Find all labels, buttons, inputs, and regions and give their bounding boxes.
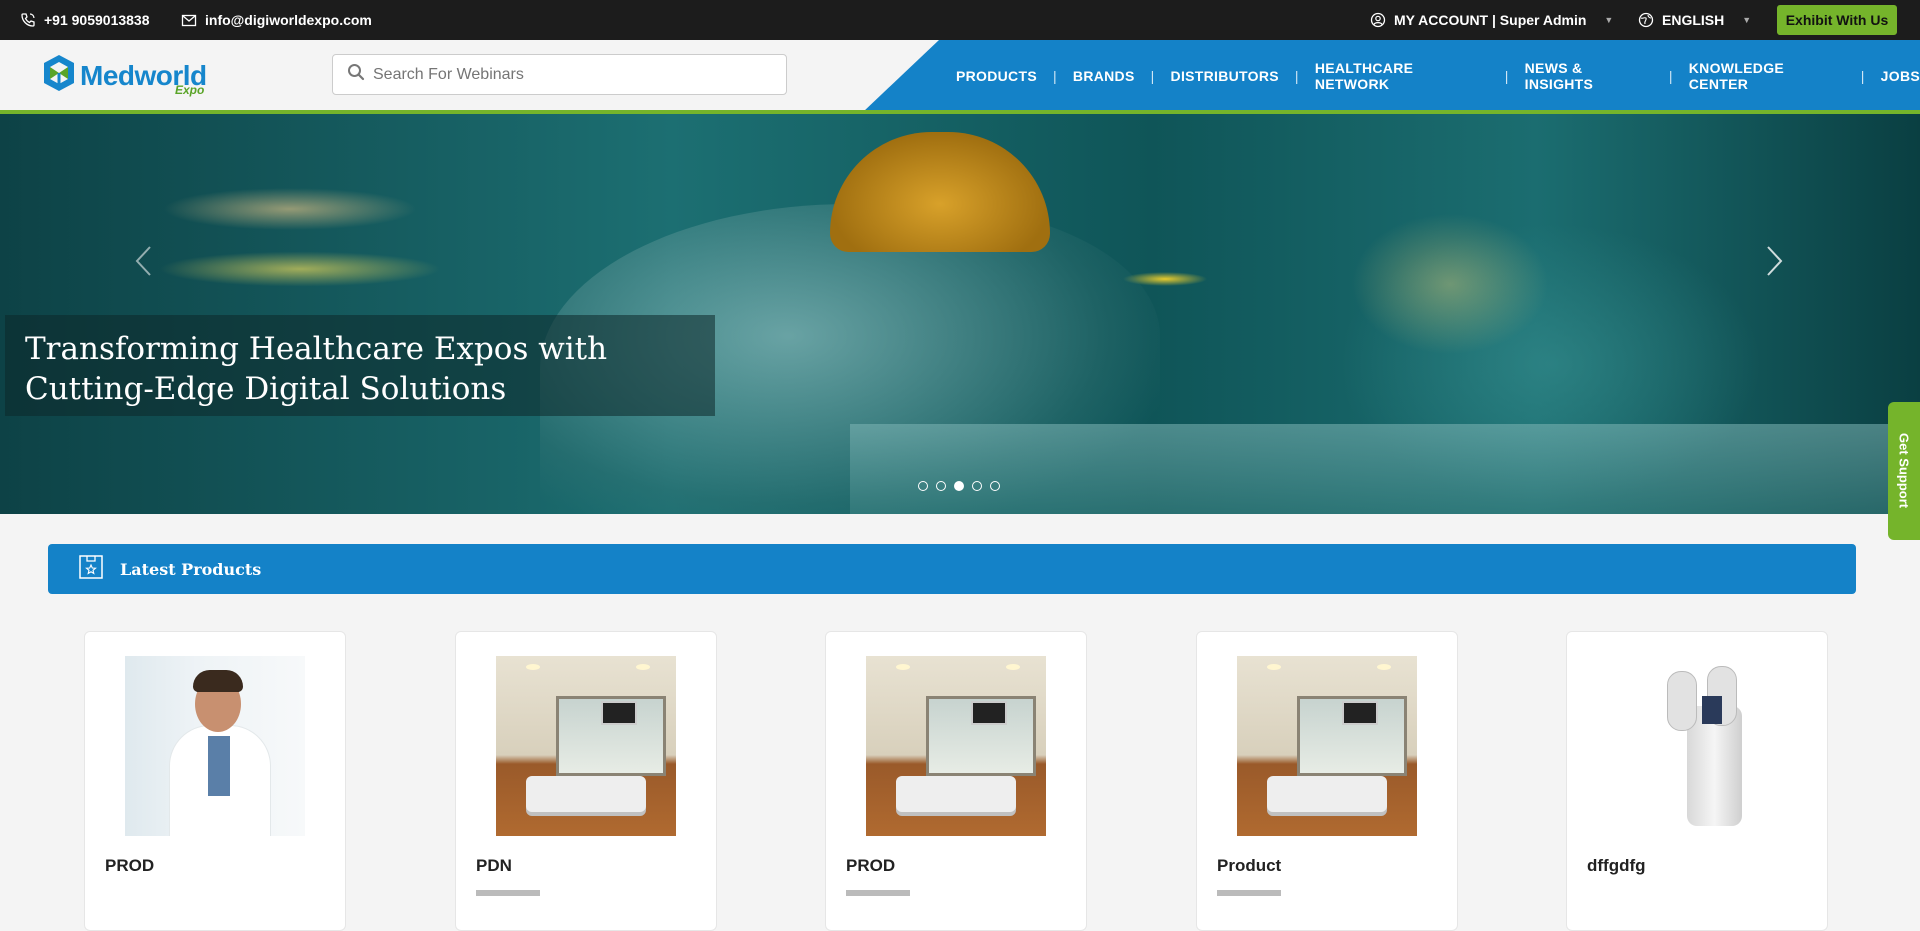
hero-title: Transforming Healthcare Expos with Cutti… [25,329,695,409]
language-dropdown[interactable]: ENGLISH ▼ [1638,0,1751,40]
carousel-indicators [918,481,1000,491]
exhibit-with-us-button[interactable]: Exhibit With Us [1777,5,1897,35]
hero-title-line1: Transforming Healthcare Expos with [25,331,608,367]
nav-item-healthcare-network[interactable]: HEALTHCARE NETWORK [1315,60,1489,92]
product-image[interactable] [1607,656,1787,836]
site-logo[interactable]: Medworld Expo [42,54,207,97]
nav-item-products[interactable]: PRODUCTS [956,68,1037,84]
nav-item-jobs[interactable]: JOBS [1881,68,1920,84]
email-contact[interactable]: info@digiworldexpo.com [181,0,372,40]
device-screen [1702,696,1722,724]
product-card[interactable]: Product [1196,631,1458,931]
product-card[interactable]: PROD [825,631,1087,931]
carousel-dot[interactable] [972,481,982,491]
user-icon [1370,12,1386,28]
ceiling-light [896,664,910,670]
hero-title-line2: Cutting-Edge Digital Solutions [25,371,507,407]
search-icon [347,63,365,86]
nav-item-distributors[interactable]: DISTRIBUTORS [1171,68,1279,84]
latest-products-header: Latest Products [48,544,1856,594]
logo-icon [42,54,76,97]
phone-contact[interactable]: +91 9059013838 [20,0,150,40]
phone-number: +91 9059013838 [44,12,150,28]
product-image[interactable] [866,656,1046,836]
product-name[interactable]: Product [1217,856,1281,876]
product-box-icon [78,554,104,585]
nav-separator: | [1052,68,1057,84]
product-meta-placeholder [846,890,910,896]
product-name[interactable]: PROD [846,856,895,876]
language-label: ENGLISH [1662,12,1725,28]
hero-carousel: Transforming Healthcare Expos with Cutti… [0,114,1920,514]
ceiling-light [1006,664,1020,670]
ceiling-light [526,664,540,670]
product-name[interactable]: PDN [476,856,512,876]
phone-icon [20,12,36,28]
carousel-dot-active[interactable] [954,481,964,491]
product-image[interactable] [125,656,305,836]
doctor-hair [193,670,243,692]
carousel-next-arrow[interactable] [1766,242,1784,287]
product-card[interactable]: PROD [84,631,346,931]
carousel-dot[interactable] [936,481,946,491]
room-monitor [601,701,637,725]
logo-subtitle: Expo [175,83,205,97]
account-label: MY ACCOUNT | Super Admin [1394,12,1587,28]
nav-separator: | [1504,68,1509,84]
hospital-bed [896,776,1016,812]
get-support-label: Get Support [1896,433,1912,509]
product-card[interactable]: dffgdfg [1566,631,1828,931]
carousel-dot[interactable] [990,481,1000,491]
product-meta-placeholder [1217,890,1281,896]
top-bar: +91 9059013838 info@digiworldexpo.com MY… [0,0,1920,40]
chevron-down-icon: ▼ [1604,15,1614,25]
main-header: Medworld Expo PRODUCTS | BRANDS | DISTRI… [0,40,1920,112]
account-dropdown[interactable]: MY ACCOUNT | Super Admin ▼ [1370,0,1613,40]
get-support-tab[interactable]: Get Support [1888,402,1920,540]
search-box[interactable] [332,54,787,95]
product-meta-placeholder [476,890,540,896]
nav-separator: | [1150,68,1155,84]
nav-separator: | [1294,68,1299,84]
doctor-shirt [208,736,230,796]
nav-separator: | [1668,68,1673,84]
carousel-dot[interactable] [918,481,928,491]
device-applicator [1667,671,1697,731]
room-monitor [1342,701,1378,725]
ceiling-light [1267,664,1281,670]
product-card[interactable]: PDN [455,631,717,931]
product-image[interactable] [496,656,676,836]
hospital-bed [526,776,646,812]
section-title: Latest Products [120,559,262,579]
email-address: info@digiworldexpo.com [205,12,372,28]
chevron-down-icon: ▼ [1742,15,1752,25]
nav-item-news-insights[interactable]: NEWS & INSIGHTS [1525,60,1653,92]
hero-image-desk [850,424,1920,514]
main-nav: PRODUCTS | BRANDS | DISTRIBUTORS | HEALT… [956,40,1920,112]
hero-caption: Transforming Healthcare Expos with Cutti… [5,315,715,416]
search-input[interactable] [373,65,773,84]
room-monitor [971,701,1007,725]
nav-item-knowledge-center[interactable]: KNOWLEDGE CENTER [1689,60,1845,92]
globe-icon [1638,12,1654,28]
mail-icon [181,12,197,28]
hero-image-helmet [830,132,1050,252]
ceiling-light [636,664,650,670]
nav-item-brands[interactable]: BRANDS [1073,68,1135,84]
product-name[interactable]: PROD [105,856,154,876]
product-image[interactable] [1237,656,1417,836]
hospital-bed [1267,776,1387,812]
carousel-prev-arrow[interactable] [134,242,152,287]
product-name[interactable]: dffgdfg [1587,856,1646,876]
nav-separator: | [1860,68,1865,84]
ceiling-light [1377,664,1391,670]
